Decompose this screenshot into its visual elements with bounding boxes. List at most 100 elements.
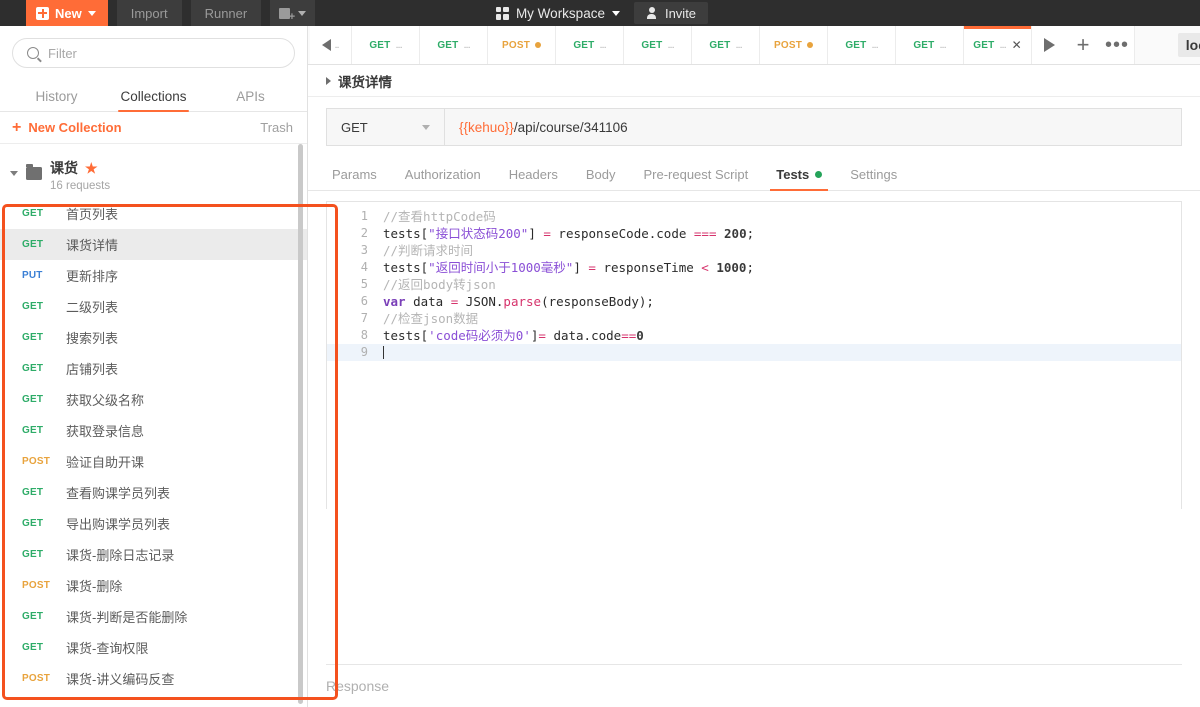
collection-meta: 课货 ★ 16 requests	[50, 158, 110, 193]
star-icon[interactable]: ★	[85, 160, 98, 177]
code-token: ]	[528, 226, 536, 241]
import-button[interactable]: Import	[116, 0, 182, 26]
list-item[interactable]: PUT 更新排序	[0, 260, 307, 291]
environment-selector[interactable]: loc	[1177, 33, 1200, 57]
invite-button[interactable]: Invite	[633, 2, 709, 24]
chevron-right-icon[interactable]	[326, 76, 331, 85]
list-item[interactable]: POST 验证自助开课	[0, 446, 307, 477]
request-tab[interactable]: GET...	[624, 26, 692, 64]
list-item[interactable]: GET 课货-删除日志记录	[0, 539, 307, 570]
import-button-label: Import	[130, 5, 168, 21]
method-selector[interactable]: GET	[326, 108, 444, 146]
request-method-label: GET	[22, 425, 44, 436]
trash-button[interactable]: Trash	[260, 120, 293, 135]
run-collection-button[interactable]	[1032, 26, 1066, 64]
sidebar-filter-area	[0, 26, 307, 78]
arrow-left-icon	[322, 39, 332, 51]
request-tab-label: ...	[599, 39, 607, 51]
request-tab[interactable]: GET...	[420, 26, 488, 64]
code-line: var data = JSON.parse(responseBody);	[383, 293, 1181, 310]
request-method-label: POST	[22, 456, 51, 467]
request-name-label: 更新排序	[66, 269, 119, 284]
request-tab[interactable]: GET...	[352, 26, 420, 64]
request-tab-method: POST	[501, 39, 531, 51]
runner-button-label: Runner	[204, 5, 248, 21]
code-token: //检查json数据	[383, 311, 479, 326]
list-item[interactable]: GET 搜索列表	[0, 322, 307, 353]
chevron-down-icon[interactable]	[10, 171, 18, 176]
chevron-down-icon	[298, 10, 307, 16]
workspace-selector[interactable]: My Workspace	[492, 0, 624, 26]
list-item[interactable]: GET 导出购课学员列表	[0, 508, 307, 539]
collection-request-list: GET 首页列表 GET 课货详情 PUT 更新排序 GET 二级列表 GET 搜索列表 GET 店铺…	[0, 198, 307, 694]
close-icon[interactable]: ✕	[1012, 39, 1022, 51]
list-item[interactable]: GET 课货-判断是否能删除	[0, 601, 307, 632]
new-tab-button[interactable]: +	[1066, 26, 1100, 64]
list-item[interactable]: GET 二级列表	[0, 291, 307, 322]
breadcrumb[interactable]: 课货详情	[308, 65, 1200, 97]
request-tab[interactable]: POST	[760, 26, 828, 64]
request-tab-label: ...	[667, 39, 675, 51]
search-input[interactable]	[48, 45, 280, 61]
request-tab[interactable]: GET...	[556, 26, 624, 64]
plus-icon: +	[1076, 32, 1090, 57]
tab-headers[interactable]: Headers	[495, 167, 572, 190]
chevron-down-icon	[611, 10, 620, 16]
list-item[interactable]: GET 获取父级名称	[0, 384, 307, 415]
request-method-label: PUT	[22, 270, 43, 281]
tab-pre-request-script[interactable]: Pre-request Script	[629, 167, 762, 190]
tab-tests[interactable]: Tests	[762, 167, 836, 191]
request-tab[interactable]: GET...	[896, 26, 964, 64]
code-token: //返回body转json	[383, 277, 496, 292]
list-item[interactable]: GET 首页列表	[0, 198, 307, 229]
tab-label: Body	[585, 167, 616, 182]
sidebar-actions-row: + New Collection Trash	[0, 112, 307, 144]
tab-params[interactable]: Params	[326, 167, 391, 190]
new-collection-button[interactable]: + New Collection	[12, 119, 122, 136]
tab-history[interactable]: History	[8, 89, 105, 111]
tab-authorization[interactable]: Authorization	[391, 167, 495, 190]
tab-collections[interactable]: Collections	[105, 89, 202, 112]
top-toolbar-left: New Import Runner	[0, 0, 316, 26]
filter-box[interactable]	[12, 38, 295, 68]
code-token: 1000	[716, 260, 747, 275]
code-editor[interactable]: 1 2 3 4 5 6 7 89 //查看httpCode码tests["接口状态码200"]…	[326, 201, 1182, 509]
list-item[interactable]: GET 获取登录信息	[0, 415, 307, 446]
request-tab[interactable]: GET...	[692, 26, 760, 64]
line-number: 7	[360, 311, 368, 325]
request-tab-method: GET	[973, 39, 995, 51]
request-name-label: 查看购课学员列表	[66, 486, 171, 501]
request-name-label: 导出购课学员列表	[66, 517, 171, 532]
code-token: data	[405, 294, 451, 309]
response-label: Response	[326, 678, 390, 694]
list-item[interactable]: GET 店铺列表	[0, 353, 307, 384]
request-tab[interactable]: GET... ✕	[964, 26, 1032, 64]
new-folder-button[interactable]	[270, 0, 316, 26]
request-name-label: 课货-判断是否能删除	[66, 610, 188, 625]
runner-button[interactable]: Runner	[190, 0, 262, 26]
tab-scroll-left-button[interactable]: ..	[310, 26, 352, 64]
tab-body[interactable]: Body	[572, 167, 630, 190]
collection-header[interactable]: 课货 ★ 16 requests	[0, 154, 307, 192]
list-item[interactable]: GET 课货详情	[0, 229, 307, 260]
request-tab[interactable]: GET...	[828, 26, 896, 64]
tests-present-indicator-icon	[815, 171, 823, 178]
top-toolbar: New Import Runner My Workspace Inv	[0, 0, 1200, 26]
request-tab[interactable]: POST	[488, 26, 556, 64]
tab-settings[interactable]: Settings	[836, 167, 911, 190]
request-tab-method: GET	[641, 39, 663, 51]
tab-more-button[interactable]: •••	[1100, 26, 1134, 64]
request-method-label: GET	[22, 208, 44, 219]
sidebar-scrollbar[interactable]	[298, 144, 303, 704]
list-item[interactable]: POST 课货-讲义编码反查	[0, 663, 307, 694]
editor-code[interactable]: //查看httpCode码 tests["接口状态码200"] = respons…	[375, 202, 1181, 509]
collection-tree: 课货 ★ 16 requests GET 首页列表 GET 课货详情 PUT 更新排序 GE…	[0, 144, 307, 707]
person-add-icon	[646, 6, 659, 20]
new-button[interactable]: New	[26, 0, 108, 26]
list-item[interactable]: POST 课货-删除	[0, 570, 307, 601]
url-input[interactable]: {{kehuo}}/api/course/341106	[444, 108, 1182, 146]
tab-apis[interactable]: APIs	[202, 89, 299, 111]
code-token: //查看httpCode码	[383, 209, 496, 224]
list-item[interactable]: GET 课货-查询权限	[0, 632, 307, 663]
list-item[interactable]: GET 查看购课学员列表	[0, 477, 307, 508]
